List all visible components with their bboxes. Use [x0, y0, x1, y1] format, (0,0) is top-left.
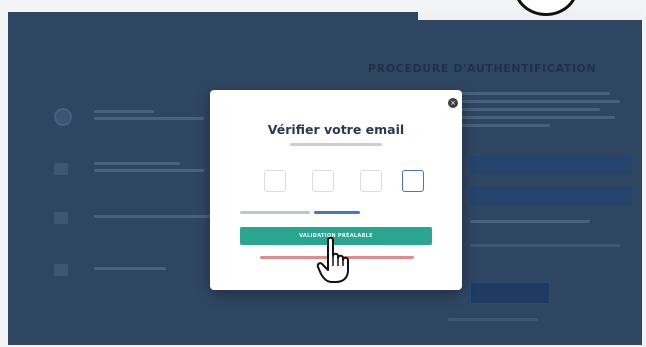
resend-line	[240, 211, 390, 221]
step-circle-icon	[54, 108, 72, 126]
step-item-1[interactable]	[54, 108, 204, 126]
bg-footer-line	[448, 318, 538, 321]
modal-subtitle	[290, 143, 382, 146]
close-icon[interactable]: ×	[448, 98, 458, 108]
section-title: PROCEDURE D'AUTHENTIFICATION	[368, 62, 597, 75]
step-text	[94, 162, 204, 176]
code-digit-2[interactable]	[312, 170, 334, 192]
bg-field-2[interactable]	[470, 187, 632, 205]
step-item-4[interactable]	[54, 264, 166, 276]
hand-cursor-icon	[316, 236, 349, 283]
step-text	[94, 110, 204, 124]
screen-top-edge	[418, 12, 642, 20]
step-text	[94, 214, 222, 222]
step-square-icon	[54, 264, 68, 276]
bg-field-1[interactable]	[470, 156, 632, 174]
resend-link[interactable]	[314, 211, 360, 214]
step-square-icon	[54, 163, 68, 175]
modal-title: Vérifier votre email	[267, 122, 405, 137]
resend-hint	[240, 211, 310, 214]
bg-text-line	[470, 220, 590, 223]
step-item-3[interactable]	[54, 212, 222, 224]
code-digit-1[interactable]	[264, 170, 286, 192]
step-square-icon	[54, 212, 68, 224]
code-digit-4[interactable]	[402, 170, 424, 192]
code-digit-3[interactable]	[360, 170, 382, 192]
bg-submit-button[interactable]	[470, 282, 550, 304]
step-text	[94, 266, 166, 274]
intro-paragraph	[460, 92, 628, 132]
code-input-row	[242, 170, 430, 192]
step-item-2[interactable]	[54, 162, 204, 176]
bg-text-line	[470, 244, 620, 247]
